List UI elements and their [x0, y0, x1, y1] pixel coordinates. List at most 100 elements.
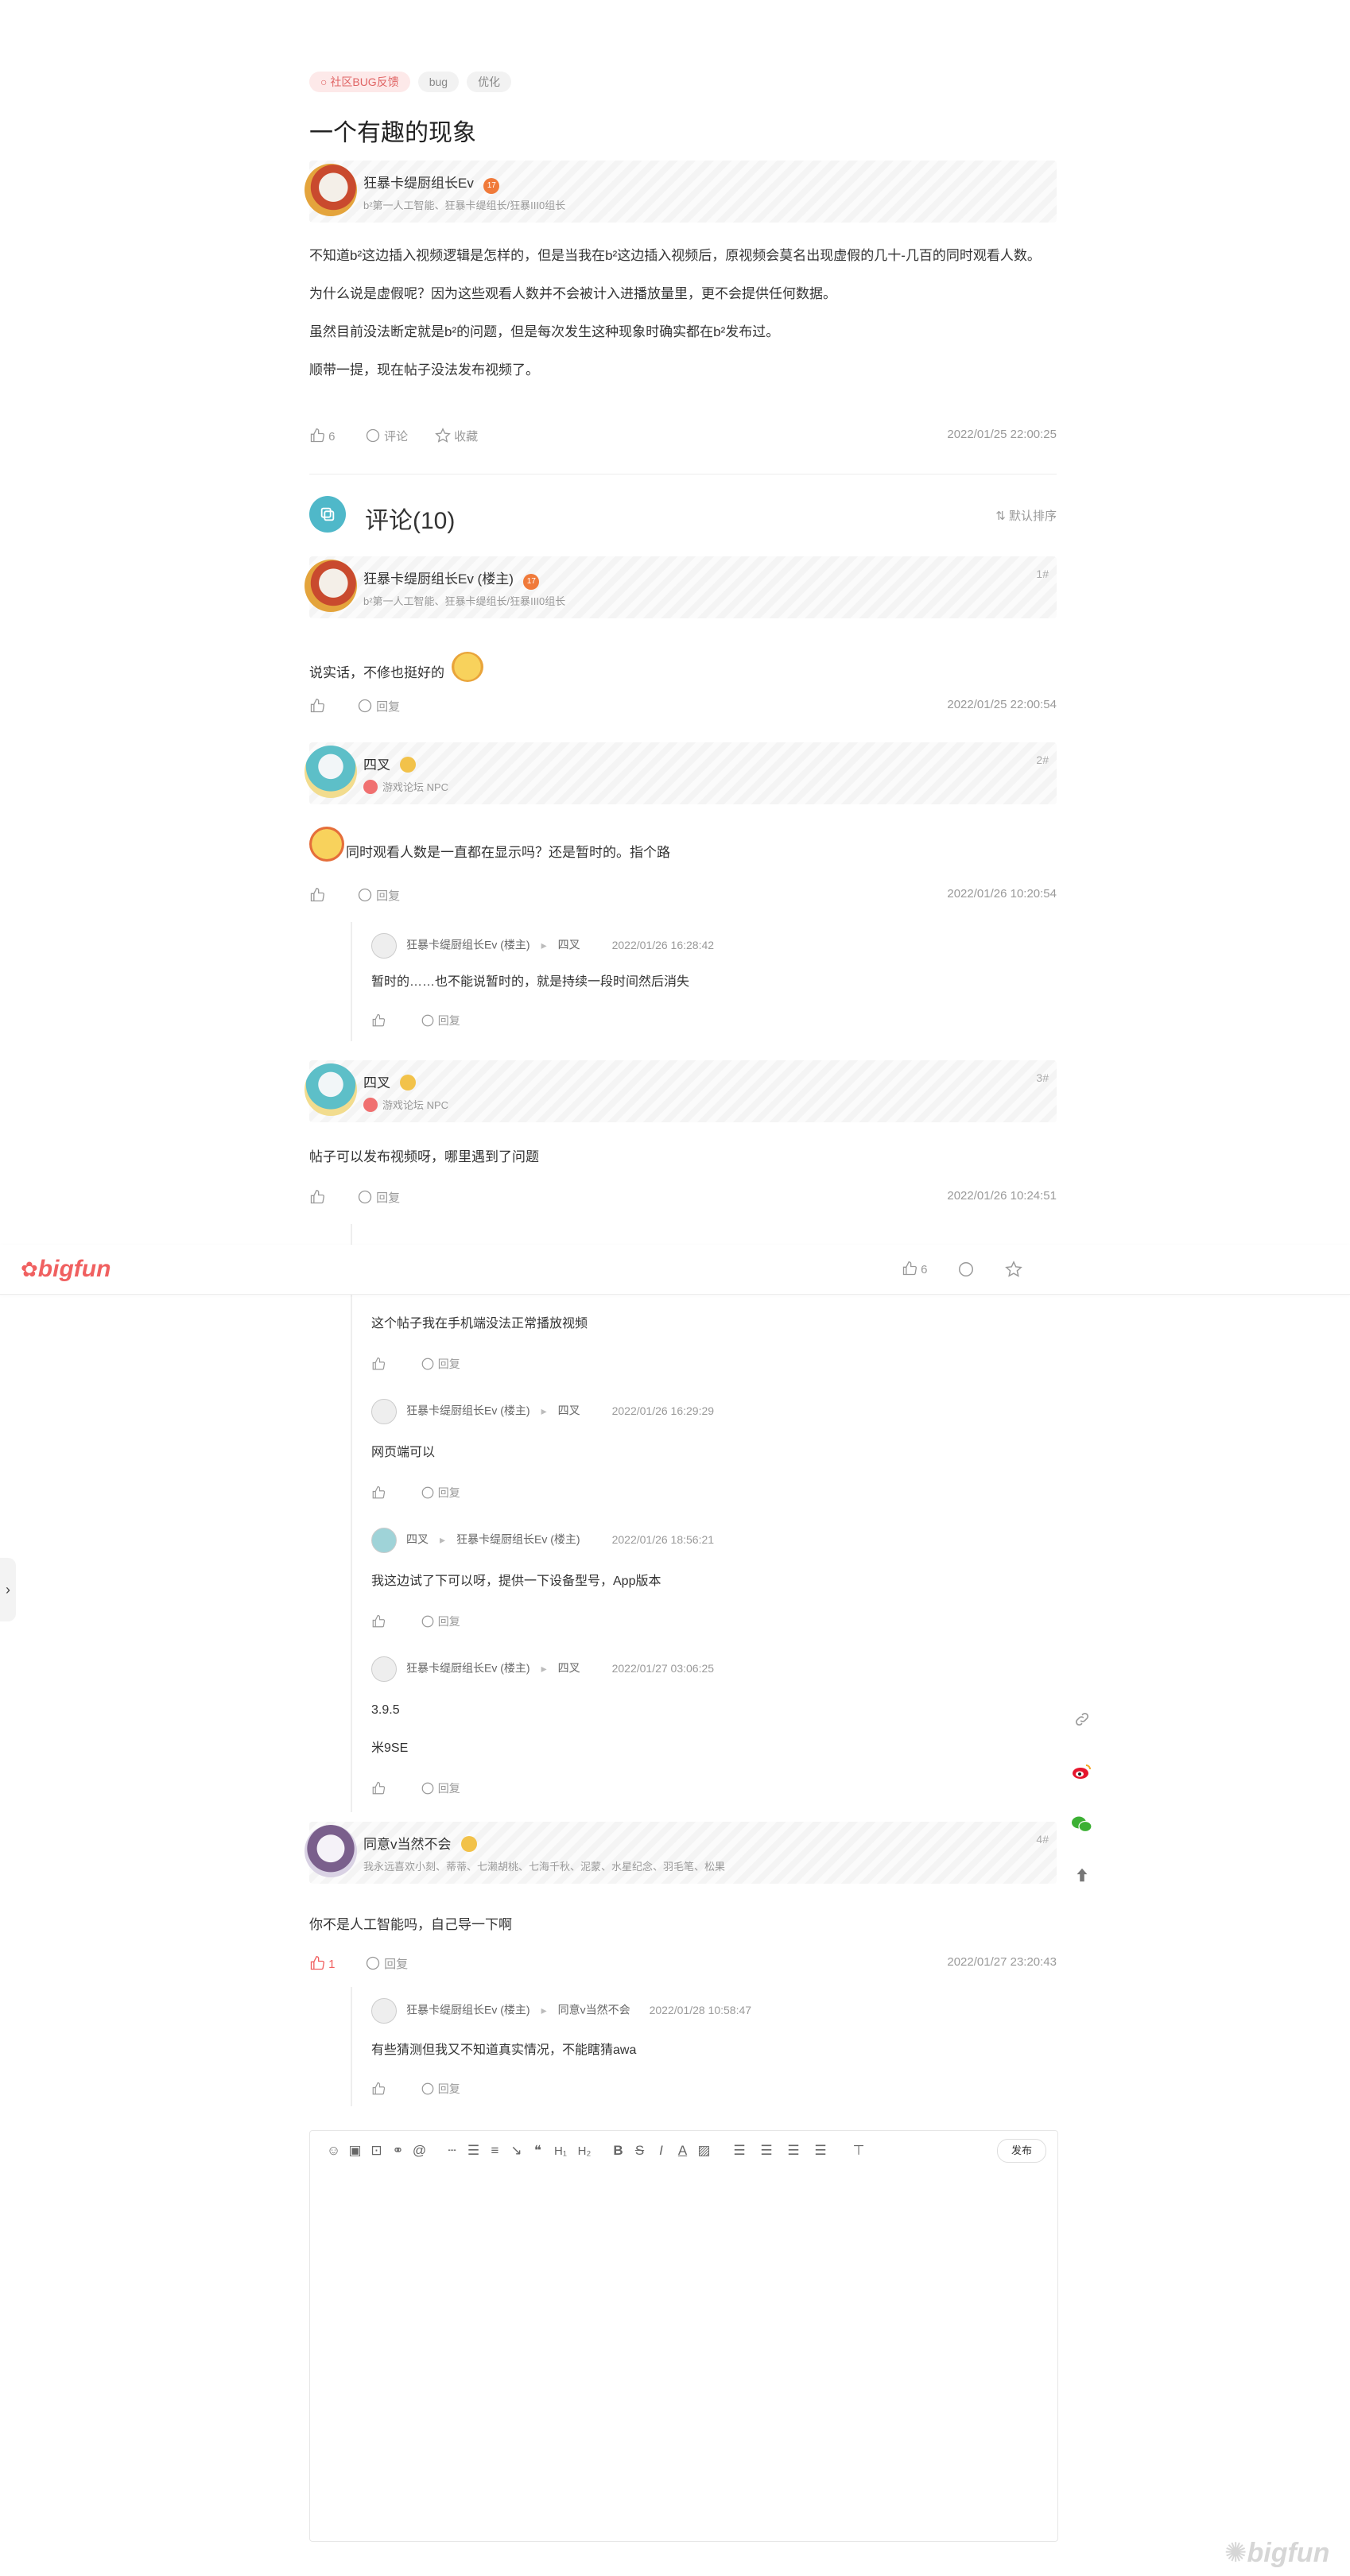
- post-paragraph: 虽然目前没法断定就是b²的问题，但是每次发生这种现象时确实都在b²发布过。: [309, 324, 780, 339]
- comment-icon: [421, 1486, 434, 1499]
- tag-optimize[interactable]: 优化: [467, 72, 512, 92]
- bullet-list-icon[interactable]: ☰: [463, 2143, 484, 2159]
- sticky-comment-button[interactable]: [957, 1261, 975, 1282]
- level-badge: 17: [483, 178, 500, 194]
- highlight-icon[interactable]: ▨: [693, 2143, 715, 2159]
- watermark: ✺bigfun: [1224, 2538, 1330, 2568]
- sidebar-toggle[interactable]: ›: [0, 1558, 16, 1621]
- back-to-top-button[interactable]: [1070, 1863, 1094, 1887]
- reply-button[interactable]: 回复: [365, 1955, 408, 1972]
- reply-button[interactable]: 回复: [421, 1486, 460, 1499]
- like-button[interactable]: [371, 1781, 386, 1795]
- reply-from[interactable]: 狂暴卡缇厨组长Ev (楼主): [406, 1404, 530, 1417]
- quote-icon[interactable]: ❝: [527, 2143, 549, 2159]
- emoji-icon[interactable]: ☺: [323, 2143, 344, 2159]
- video-icon[interactable]: ⊡: [366, 2143, 387, 2159]
- reply-actions: 回复: [371, 1485, 460, 1501]
- editor-textarea[interactable]: [310, 2171, 1057, 2541]
- reply-button[interactable]: 回复: [357, 1189, 400, 1206]
- like-button[interactable]: [309, 1189, 325, 1208]
- clear-icon[interactable]: ⊤: [845, 2143, 872, 2159]
- reply-to[interactable]: 四叉: [558, 1662, 580, 1675]
- avatar[interactable]: [305, 746, 357, 798]
- reply-to[interactable]: 狂暴卡缇厨组长Ev (楼主): [456, 1533, 580, 1546]
- reply-button[interactable]: 回复: [357, 698, 400, 715]
- like-button[interactable]: [309, 698, 325, 717]
- sort-button[interactable]: ⇅ 默认排序: [995, 507, 1057, 524]
- clear-format-icon[interactable]: ↘: [506, 2143, 527, 2159]
- align-right-icon[interactable]: ☰: [780, 2143, 807, 2159]
- reply-to[interactable]: 四叉: [558, 939, 580, 951]
- reply-button[interactable]: 回复: [421, 1358, 460, 1370]
- avatar[interactable]: [371, 1399, 397, 1424]
- publish-button[interactable]: 发布: [997, 2139, 1046, 2163]
- align-justify-icon[interactable]: ☰: [807, 2143, 834, 2159]
- sticky-collect-button[interactable]: [1005, 1261, 1022, 1282]
- reply-button[interactable]: 回复: [421, 2082, 460, 2095]
- avatar[interactable]: [305, 1063, 357, 1116]
- link-icon[interactable]: ⚭: [387, 2143, 409, 2159]
- thumb-up-icon: [372, 1614, 386, 1628]
- heading2-icon[interactable]: H₂: [572, 2144, 596, 2158]
- bold-icon[interactable]: B: [607, 2143, 629, 2159]
- post-collect-button[interactable]: 收藏: [435, 428, 478, 444]
- reply-header: 狂暴卡缇厨组长Ev (楼主) ▸ 四叉 2022/01/26 16:29:29: [371, 1399, 714, 1424]
- heading1-icon[interactable]: H₁: [549, 2144, 572, 2158]
- site-logo[interactable]: ✿bigfun: [21, 1256, 111, 1283]
- align-left-icon[interactable]: ☰: [726, 2143, 753, 2159]
- share-wechat-button[interactable]: [1070, 1812, 1094, 1836]
- like-button[interactable]: [371, 1614, 386, 1628]
- tag-bug[interactable]: bug: [417, 72, 460, 92]
- reply-button[interactable]: 回复: [421, 1014, 460, 1027]
- avatar[interactable]: [305, 1825, 357, 1877]
- avatar[interactable]: [371, 1998, 397, 2024]
- like-button[interactable]: [371, 2082, 386, 2095]
- align-center-icon[interactable]: ☰: [753, 2143, 780, 2159]
- reply-from[interactable]: 狂暴卡缇厨组长Ev (楼主): [406, 2004, 530, 2016]
- comment-author-name[interactable]: 四叉: [363, 1075, 390, 1090]
- like-button[interactable]: [371, 1486, 386, 1499]
- like-button[interactable]: [309, 887, 325, 906]
- avatar[interactable]: [371, 1656, 397, 1682]
- reply-button[interactable]: 回复: [357, 887, 400, 904]
- comment-author-name[interactable]: 四叉: [363, 757, 390, 773]
- strikethrough-icon[interactable]: S: [629, 2143, 650, 2159]
- post-title: 一个有趣的现象: [309, 120, 476, 146]
- comment-editor: ☺ ▣ ⊡ ⚭ @ ┄ ☰ ≡ ↘ ❝ H₁ H₂ B S I A ▨ ☰ ☰ …: [309, 2130, 1058, 2542]
- reply-to[interactable]: 同意v当然不会: [558, 2004, 630, 2016]
- mention-icon[interactable]: @: [409, 2143, 430, 2159]
- divider-icon[interactable]: ┄: [441, 2143, 463, 2159]
- avatar[interactable]: [371, 933, 397, 959]
- comment-author-name[interactable]: 同意v当然不会: [363, 1837, 452, 1852]
- post-author-bar: 狂暴卡缇厨组长Ev 17 b²第一人工智能、狂暴卡缇组长/狂暴III0组长: [305, 161, 1057, 223]
- reply-button[interactable]: 回复: [421, 1615, 460, 1628]
- sticky-like-button[interactable]: 6: [902, 1261, 928, 1276]
- tag-bug-feedback[interactable]: ○ 社区BUG反馈: [309, 72, 410, 92]
- like-button[interactable]: [371, 1013, 386, 1027]
- reply-time: 2022/01/26 16:29:29: [611, 1404, 715, 1417]
- italic-icon[interactable]: I: [650, 2143, 672, 2159]
- level-badge-icon: [400, 1075, 417, 1090]
- ordered-list-icon[interactable]: ≡: [484, 2143, 506, 2159]
- post-like-button[interactable]: 6: [309, 428, 336, 444]
- share-weibo-button[interactable]: [1070, 1760, 1094, 1784]
- reply-time: 2022/01/27 03:06:25: [611, 1661, 715, 1675]
- image-icon[interactable]: ▣: [344, 2143, 366, 2159]
- comment-text: 帖子可以发布视频呀，哪里遇到了问题: [309, 1149, 539, 1164]
- like-button[interactable]: [371, 1357, 386, 1370]
- thumb-up-icon: [310, 1955, 324, 1970]
- reply-from[interactable]: 四叉: [406, 1533, 429, 1546]
- avatar[interactable]: [371, 1528, 397, 1553]
- copy-link-button[interactable]: [1070, 1707, 1094, 1731]
- author-avatar[interactable]: [305, 164, 357, 216]
- like-button[interactable]: 1: [309, 1955, 336, 1971]
- avatar[interactable]: [305, 560, 357, 612]
- reply-from[interactable]: 狂暴卡缇厨组长Ev (楼主): [406, 1662, 530, 1675]
- post-comment-button[interactable]: 评论: [365, 428, 408, 444]
- reply-to[interactable]: 四叉: [558, 1404, 580, 1417]
- author-name[interactable]: 狂暴卡缇厨组长Ev: [363, 176, 474, 191]
- comment-author-name[interactable]: 狂暴卡缇厨组长Ev (楼主): [363, 571, 514, 587]
- reply-button[interactable]: 回复: [421, 1782, 460, 1795]
- text-color-icon[interactable]: A: [672, 2143, 693, 2159]
- reply-from[interactable]: 狂暴卡缇厨组长Ev (楼主): [406, 939, 530, 951]
